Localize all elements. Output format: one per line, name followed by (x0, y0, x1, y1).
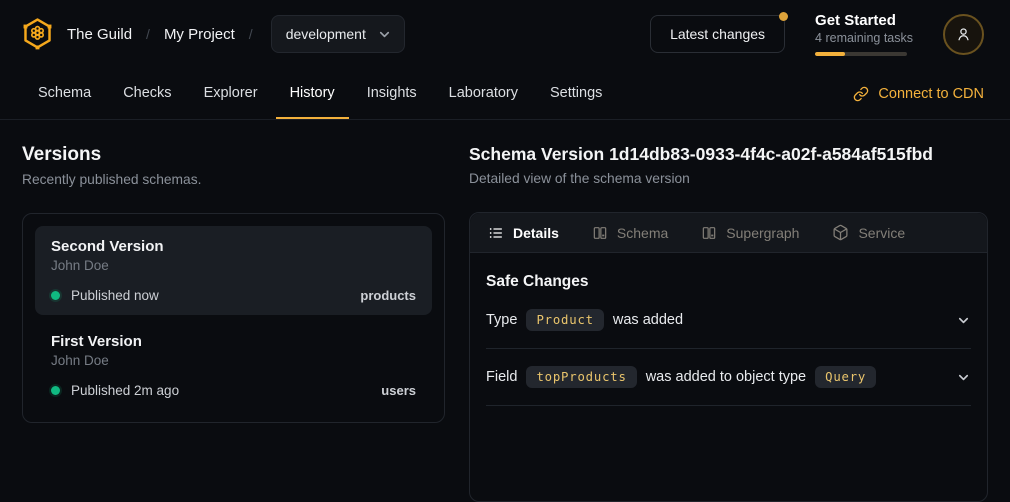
code-chip: Query (815, 366, 876, 388)
version-service: users (381, 383, 416, 398)
change-text: Field (486, 369, 517, 385)
cdn-link-label: Connect to CDN (878, 86, 984, 102)
list-icon (488, 225, 504, 241)
target-selector-value: development (286, 26, 366, 42)
breadcrumb-org[interactable]: The Guild (67, 26, 132, 43)
changes-list: Type Product was added Field topProducts was … (486, 292, 971, 406)
header: The Guild / My Project / development Lat… (0, 0, 1010, 68)
connect-to-cdn-link[interactable]: Connect to CDN (853, 68, 984, 119)
cube-icon (832, 224, 849, 241)
app: The Guild / My Project / development Lat… (0, 0, 1010, 474)
get-started[interactable]: Get Started 4 remaining tasks (815, 12, 913, 56)
detail-panel: Schema Version 1d14db83-0933-4f4c-a02f-a… (469, 138, 988, 474)
version-status-row: Published 2m ago users (51, 383, 416, 398)
breadcrumb-project[interactable]: My Project (164, 26, 235, 43)
version-name: Second Version (51, 238, 416, 255)
detail-card: Details Schema Supergraph Service Safe Chan… (469, 212, 988, 502)
tab-settings[interactable]: Settings (536, 68, 616, 119)
avatar[interactable] (943, 14, 984, 55)
get-started-subtitle: 4 remaining tasks (815, 31, 913, 45)
versions-panel: Versions Recently published schemas. Sec… (22, 138, 445, 474)
detail-tab-label: Details (513, 225, 559, 241)
change-text: Type (486, 312, 517, 328)
latest-changes-button[interactable]: Latest changes (650, 15, 785, 53)
get-started-progress (815, 52, 907, 56)
version-author: John Doe (51, 353, 416, 368)
detail-tab-service[interactable]: Service (832, 224, 905, 241)
version-list: Second Version John Doe Published now produ… (22, 213, 445, 423)
detail-tab-label: Service (858, 225, 905, 241)
panels-icon (701, 225, 717, 241)
detail-subtitle: Detailed view of the schema version (469, 171, 988, 186)
get-started-progress-fill (815, 52, 845, 56)
user-icon (954, 25, 973, 44)
tab-explorer[interactable]: Explorer (190, 68, 272, 119)
notification-dot (779, 12, 788, 21)
link-icon (853, 86, 869, 102)
code-chip: topProducts (526, 366, 636, 388)
change-text: was added (613, 312, 683, 328)
target-selector[interactable]: development (271, 15, 405, 53)
main: Versions Recently published schemas. Sec… (0, 120, 1010, 474)
tab-schema[interactable]: Schema (24, 68, 105, 119)
version-name: First Version (51, 333, 416, 350)
version-item[interactable]: First Version John Doe Published 2m ago use… (35, 321, 432, 410)
chevron-down-icon (956, 313, 971, 328)
detail-tab-label: Schema (617, 225, 668, 241)
published-status-dot (51, 386, 60, 395)
chevron-down-icon (377, 27, 392, 42)
detail-tab-details[interactable]: Details (488, 225, 559, 241)
tab-checks[interactable]: Checks (109, 68, 185, 119)
change-row[interactable]: Type Product was added (486, 292, 971, 349)
chevron-down-icon (956, 370, 971, 385)
tab-laboratory[interactable]: Laboratory (435, 68, 532, 119)
detail-tab-supergraph[interactable]: Supergraph (701, 225, 799, 241)
tab-insights[interactable]: Insights (353, 68, 431, 119)
header-actions: Latest changes Get Started 4 remaining t… (650, 12, 984, 56)
get-started-title: Get Started (815, 12, 913, 29)
nav: SchemaChecksExplorerHistoryInsightsLabor… (0, 68, 1010, 120)
code-chip: Product (526, 309, 603, 331)
published-status-dot (51, 291, 60, 300)
versions-subtitle: Recently published schemas. (22, 172, 445, 187)
breadcrumb-separator: / (249, 26, 253, 42)
versions-title: Versions (22, 144, 445, 166)
detail-tab-label: Supergraph (726, 225, 799, 241)
panels-icon (592, 225, 608, 241)
change-text: was added to object type (646, 369, 806, 385)
latest-changes-label: Latest changes (670, 26, 765, 42)
version-author: John Doe (51, 258, 416, 273)
hive-logo-icon[interactable] (22, 17, 53, 51)
version-status-row: Published now products (51, 288, 416, 303)
nav-tabs: SchemaChecksExplorerHistoryInsightsLabor… (24, 68, 616, 119)
detail-title: Schema Version 1d14db83-0933-4f4c-a02f-a… (469, 144, 988, 165)
version-service: products (360, 288, 416, 303)
detail-tabs: Details Schema Supergraph Service (470, 213, 987, 253)
change-row[interactable]: Field topProducts was added to object type… (486, 349, 971, 406)
detail-tab-schema[interactable]: Schema (592, 225, 668, 241)
section-title: Safe Changes (486, 273, 971, 291)
breadcrumb-separator: / (146, 26, 150, 42)
tab-history[interactable]: History (276, 68, 349, 119)
version-item[interactable]: Second Version John Doe Published now produ… (35, 226, 432, 315)
version-status: Published 2m ago (71, 383, 179, 398)
breadcrumb: The Guild / My Project / development (22, 15, 405, 53)
detail-body: Safe Changes Type Product was added Fieldto… (470, 253, 987, 406)
version-status: Published now (71, 288, 159, 303)
